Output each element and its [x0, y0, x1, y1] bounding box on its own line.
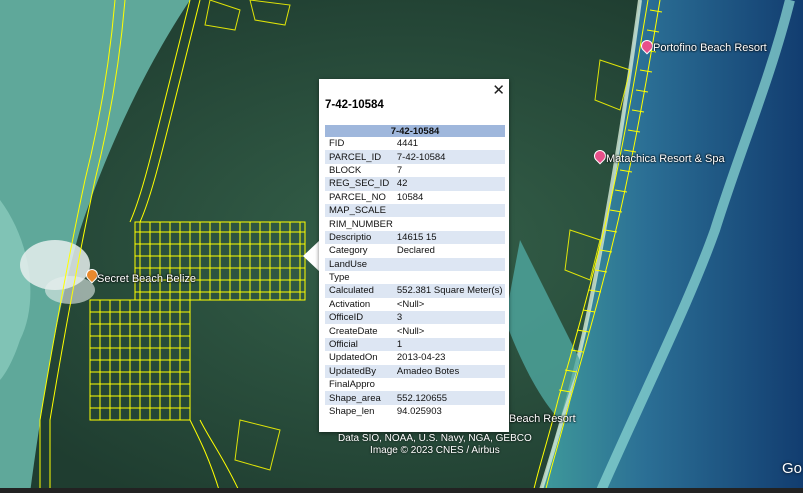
attribute-value: 3 [392, 311, 505, 325]
attribute-value: 2013-04-23 [396, 352, 446, 364]
table-row: Type [325, 271, 505, 284]
attribute-value [393, 271, 505, 284]
attribute-key: REG_SEC_ID [325, 177, 393, 191]
attribute-key: LandUse [325, 257, 393, 271]
attribute-key: Official [325, 337, 393, 352]
attribute-value [393, 217, 505, 230]
attribute-value: <Null> [396, 298, 425, 310]
close-icon[interactable]: ✕ [492, 81, 505, 99]
table-row: Descriptio 14615 15 [325, 230, 505, 245]
table-row: PARCEL_NO 10584 [325, 191, 505, 204]
table-row: LandUse [325, 257, 505, 271]
attribute-key: PARCEL_ID [325, 150, 393, 164]
attribute-value: 14615 15 [392, 230, 505, 245]
popup-title: 7-42-10584 [325, 99, 384, 111]
table-row: Activation <Null> [325, 298, 505, 311]
table-row: Shape_len 94.025903 [325, 405, 505, 418]
attribute-key: Calculated [325, 284, 393, 298]
attribute-key: OfficeID [325, 311, 393, 325]
table-row: BLOCK 7 [325, 164, 505, 177]
attribute-value: 42 [392, 177, 505, 191]
attribute-key: PARCEL_NO [329, 191, 386, 203]
attribute-value: 552.381 Square Meter(s) [392, 284, 505, 298]
attribute-value: 10584 [396, 191, 424, 203]
table-row: Category Declared [325, 244, 505, 257]
attribute-value: 7 [396, 164, 403, 176]
attribute-value [392, 257, 505, 271]
attribute-key: Shape_area [325, 391, 393, 405]
table-row: UpdatedOn 2013-04-23 [325, 351, 505, 364]
feature-info-popup: ✕ 7-42-10584 7-42-10584 FID 4441 PARCEL_ID… [319, 79, 509, 432]
attribute-value [392, 203, 505, 218]
attribution-line: Image © 2023 CNES / Airbus [370, 445, 500, 456]
attribute-value: 552.120655 [392, 391, 505, 405]
table-row: CreateDate <Null> [325, 324, 505, 337]
table-row: UpdatedBy Amadeo Botes [325, 364, 505, 379]
attribute-key: Activation [329, 298, 371, 310]
place-label[interactable]: Matachica Resort & Spa [606, 153, 725, 165]
attribute-key: RIM_NUMBER [329, 218, 393, 230]
table-header: 7-42-10584 [325, 125, 505, 137]
attribute-value: 1 [392, 337, 505, 352]
attribute-key: Descriptio [325, 230, 393, 245]
attribute-value: 94.025903 [396, 406, 442, 417]
status-bar [0, 488, 803, 493]
map-attribution: Data SIO, NOAA, U.S. Navy, NGA, GEBCO Im… [338, 433, 532, 457]
table-row: OfficeID 3 [325, 311, 505, 325]
attribute-value: 4441 [396, 138, 419, 150]
place-label[interactable]: Beach Resort [509, 413, 576, 425]
attribute-value: 7-42-10584 [392, 150, 505, 164]
attribute-table: 7-42-10584 FID 4441 PARCEL_ID 7-42-10584 BLO… [325, 125, 505, 418]
attribute-value: Amadeo Botes [392, 364, 505, 379]
table-row: Calculated 552.381 Square Meter(s) [325, 284, 505, 298]
table-row: Official 1 [325, 337, 505, 352]
attribute-value: <Null> [396, 325, 425, 337]
attribute-key: Type [329, 272, 350, 284]
table-row: PARCEL_ID 7-42-10584 [325, 150, 505, 164]
attribute-key: UpdatedBy [325, 364, 393, 379]
table-row: RIM_NUMBER [325, 217, 505, 230]
cloud [45, 276, 95, 304]
table-row: Shape_area 552.120655 [325, 391, 505, 405]
attribute-key: Category [329, 245, 368, 257]
table-row: FID 4441 [325, 137, 505, 150]
popup-pointer [303, 240, 320, 272]
attribute-key: Shape_len [329, 406, 375, 417]
attribute-key: MAP_SCALE [325, 203, 393, 218]
table-row: REG_SEC_ID 42 [325, 177, 505, 191]
attribute-key: FinalAppro [329, 379, 375, 391]
attribute-value: Declared [396, 245, 435, 257]
attribution-line: Data SIO, NOAA, U.S. Navy, NGA, GEBCO [338, 433, 532, 444]
attribute-key: BLOCK [329, 164, 362, 176]
place-label[interactable]: Secret Beach Belize [97, 273, 196, 285]
table-row: MAP_SCALE [325, 203, 505, 218]
place-label[interactable]: Portofino Beach Resort [653, 42, 767, 54]
brand-logo: Go [782, 460, 803, 477]
attribute-key: FID [329, 138, 345, 150]
attribute-key: UpdatedOn [329, 352, 378, 364]
attribute-value [393, 378, 505, 391]
attribute-key: CreateDate [329, 325, 378, 337]
table-row: FinalAppro [325, 378, 505, 391]
